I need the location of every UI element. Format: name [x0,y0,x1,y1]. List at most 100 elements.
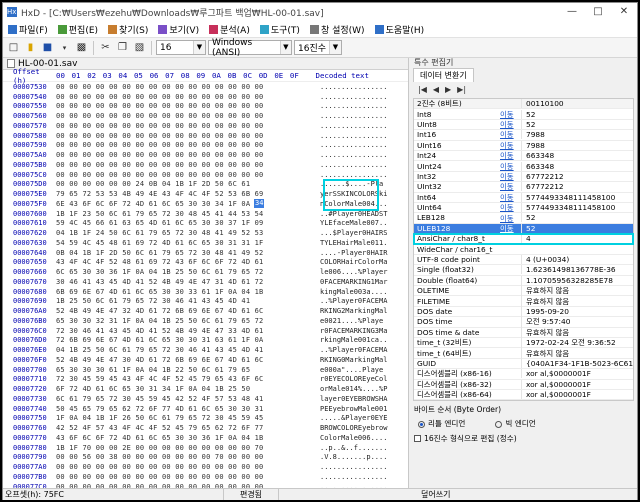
row-decoded-text[interactable]: ..p..&..f....... [320,444,387,452]
row-decoded-text[interactable]: ................ [320,161,387,169]
hex-row[interactable]: 00007630 54 59 4C 45 48 61 69 72 4D 61 6C… [3,238,408,248]
row-decoded-text[interactable]: r0FACEMARKING3Ma [320,327,387,335]
open-folder-icon[interactable]: ▮ [23,40,38,55]
row-bytes[interactable]: 04 1B 25 50 6C 61 79 65 72 30 46 41 43 4… [56,346,306,354]
row-decoded-text[interactable]: layer0EYEBROWSHA [320,395,387,403]
hex-row[interactable]: 00007650 43 4F 4C 4F 52 48 61 69 72 43 6F… [3,258,408,268]
hex-row[interactable]: 000076E0 04 1B 25 50 6C 61 79 65 72 30 46… [3,345,408,355]
row-decoded-text[interactable]: e000a"....Playe [320,366,383,374]
menu-item-1[interactable]: 편집(E) [53,23,103,36]
goto-link[interactable]: 이동 [500,202,521,213]
hex-row[interactable]: 00007740 50 45 65 79 65 62 72 6F 77 4D 61… [3,404,408,414]
goto-link[interactable]: 이동 [500,150,521,161]
row-decoded-text[interactable]: ................ [320,463,387,471]
menu-item-7[interactable]: 도움말(H) [370,23,430,36]
inspector-row[interactable]: UInt24 이동 663348 [414,161,633,172]
hex-row[interactable]: 00007530 00 00 00 00 00 00 00 00 00 00 00… [3,82,408,92]
inspector-row[interactable]: UInt8 이동 52 [414,119,633,131]
close-file-icon[interactable]: ▩ [74,40,89,55]
nav-button-3[interactable]: ▶| [457,85,466,94]
row-bytes[interactable]: 6C 65 30 30 36 1F 0A 04 1B 25 50 6C 61 7… [56,268,306,276]
hex-row[interactable]: 00007790 00 00 56 00 38 00 00 00 00 00 00… [3,453,408,463]
row-decoded-text[interactable]: kingMale003a.... [320,288,387,296]
inspector-value[interactable]: 7988 [521,140,633,150]
menu-item-2[interactable]: 찾기(S) [103,23,153,36]
hex-row[interactable]: 000076A0 52 4B 49 4E 47 32 4D 61 72 6B 69… [3,306,408,316]
offset-base-select[interactable]: 16진수 ▼ [294,40,342,55]
row-bytes[interactable]: 00 00 00 00 00 00 00 00 00 00 00 00 00 0… [56,93,306,101]
hex-row[interactable]: 00007610 59 4C 45 66 61 63 65 4D 61 6C 65… [3,219,408,229]
row-bytes[interactable]: 65 30 30 32 31 1F 0A 04 1B 25 50 6C 61 7… [56,317,306,325]
row-bytes[interactable]: 6B 69 6E 67 4D 61 6C 65 30 30 33 61 1F 0… [56,288,306,296]
hex-row[interactable]: 00007540 00 00 00 00 00 00 00 00 00 00 00… [3,92,408,102]
hex-row[interactable]: 000076B0 65 30 30 32 31 1F 0A 04 1B 25 50… [3,316,408,326]
row-bytes[interactable]: 00 00 00 00 00 00 00 00 00 00 00 00 00 0… [56,83,306,91]
inspector-value[interactable]: 67772212 [521,171,633,181]
row-decoded-text[interactable]: 0FACEMARKING1Mar [320,278,387,286]
hex-row[interactable]: 00007690 1B 25 50 6C 61 79 65 72 30 46 41… [3,297,408,307]
inspector-row[interactable]: Single (float32) 1.62361498136778E-36 [414,265,633,276]
hex-row[interactable]: 00007550 00 00 00 00 00 00 00 00 00 00 00… [3,102,408,112]
inspector-value[interactable]: 1.10705956328285E78 [521,275,633,285]
row-bytes[interactable]: 54 59 4C 45 48 61 69 72 4D 61 6C 65 30 3… [56,239,306,247]
row-bytes[interactable]: 00 00 00 00 00 00 00 00 00 00 00 00 00 0… [56,473,306,481]
inspector-value[interactable]: xor al,$0000001F [521,390,633,400]
row-bytes[interactable]: 6F 72 4D 61 6C 65 30 31 34 1F 0A 04 1B 2… [56,385,306,393]
hex-row[interactable]: 000076D0 72 6B 69 6E 67 4D 61 6C 65 30 30… [3,336,408,346]
inspector-value[interactable]: 52 [521,213,633,223]
cut-icon[interactable]: ✂ [98,40,113,55]
row-bytes[interactable]: 00 00 00 00 00 00 24 0B 04 1B 1F 2D 50 6… [56,180,306,188]
hex-row[interactable]: 00007600 1B 1F 23 50 6C 61 79 65 72 30 48… [3,209,408,219]
hex-row[interactable]: 00007670 30 46 41 43 45 4D 41 52 4B 49 4E… [3,277,408,287]
goto-link[interactable]: 이동 [500,129,521,140]
row-bytes[interactable]: 1B 1F 70 00 00 2E 00 00 00 00 00 00 00 0… [56,444,306,452]
row-decoded-text[interactable]: ................ [320,171,387,179]
menu-item-6[interactable]: 창 설정(W) [305,23,370,36]
row-bytes[interactable]: 00 00 00 00 00 00 00 00 00 00 00 00 00 0… [56,132,306,140]
copy-icon[interactable]: ❐ [115,40,130,55]
inspector-row[interactable]: ULEB128 이동 52 [414,223,633,235]
inspector-row[interactable]: 디스어셈블리 (x86-64) xor al,$0000001F [414,390,633,401]
row-decoded-text[interactable]: BROWCOLOREyebrow [320,424,387,432]
hex-row[interactable]: 000075B0 00 00 00 00 00 00 00 00 00 00 00… [3,160,408,170]
goto-link[interactable]: 이동 [500,119,521,130]
row-bytes[interactable]: 1B 1F 23 50 6C 61 79 65 72 30 48 45 41 4… [56,210,306,218]
goto-link[interactable]: 이동 [500,109,521,120]
row-bytes[interactable]: 00 00 00 00 00 00 00 00 00 00 00 00 00 0… [56,151,306,159]
little-endian-radio[interactable]: 리틀 엔디언 [418,418,465,429]
row-decoded-text[interactable]: .V.8.......p.... [320,453,387,461]
hex-row[interactable]: 000075E0 79 65 72 53 53 4B 49 4E 43 4F 4C… [3,189,408,199]
hex-row[interactable]: 00007620 04 1B 1F 24 50 6C 61 79 65 72 30… [3,228,408,238]
row-decoded-text[interactable]: ................ [320,83,387,91]
hex-rows[interactable]: 00007530 00 00 00 00 00 00 00 00 00 00 00… [3,82,408,488]
menu-item-5[interactable]: 도구(T) [255,23,305,36]
row-decoded-text[interactable]: ................ [320,112,387,120]
nav-button-0[interactable]: |◀ [418,85,427,94]
inspector-row[interactable]: FILETIME 유효하지 않음 [414,295,633,307]
hex-row[interactable]: 00007710 72 30 45 59 45 43 4F 4C 4F 52 45… [3,375,408,385]
hex-row[interactable]: 00007640 0B 04 1B 1F 2D 50 6C 61 79 65 72… [3,248,408,258]
row-bytes[interactable]: 65 30 30 30 61 1F 0A 04 1B 22 50 6C 61 7… [56,366,306,374]
hex-row[interactable]: 000075D0 00 00 00 00 00 00 24 0B 04 1B 1F… [3,180,408,190]
row-decoded-text[interactable]: ......$....-Pla [320,180,383,188]
row-bytes[interactable]: 00 00 00 00 00 00 00 00 00 00 00 00 00 0… [56,161,306,169]
save-icon[interactable]: ■ [40,40,55,55]
tab-data-inspector[interactable]: 데이터 변환기 [413,68,474,82]
inspector-row[interactable]: Int64 이동 577449334811145810​0 [414,192,633,203]
inspector-value[interactable]: 577449334811145810​0 [521,192,633,202]
row-bytes[interactable]: 00 00 56 00 38 00 00 00 00 00 00 00 70 0… [56,453,306,461]
inspector-value[interactable]: 유효하지 않음 [521,347,633,359]
minimize-icon[interactable]: — [559,3,585,21]
row-decoded-text[interactable]: ..%Player0FACEMA [320,346,387,354]
inspector-row[interactable]: Int32 이동 67772212 [414,171,633,183]
inspector-value[interactable]: 오전 9:57:40 [521,316,633,328]
inspector-value[interactable]: 577449334811145810​0 [521,203,633,213]
row-decoded-text[interactable]: COLORHairColorMa [320,258,387,266]
new-file-icon[interactable]: □ [6,40,21,55]
hex-row[interactable]: 00007700 65 30 30 30 61 1F 0A 04 1B 22 50… [3,365,408,375]
row-bytes[interactable]: 00 00 00 00 00 00 00 00 00 00 00 00 00 0… [56,463,306,471]
nav-button-1[interactable]: ◀ [433,85,439,94]
selected-byte[interactable]: 34 [254,199,265,208]
inspector-value[interactable]: 52 [521,109,633,119]
row-decoded-text[interactable]: ....-Player0HAIR [320,249,387,257]
